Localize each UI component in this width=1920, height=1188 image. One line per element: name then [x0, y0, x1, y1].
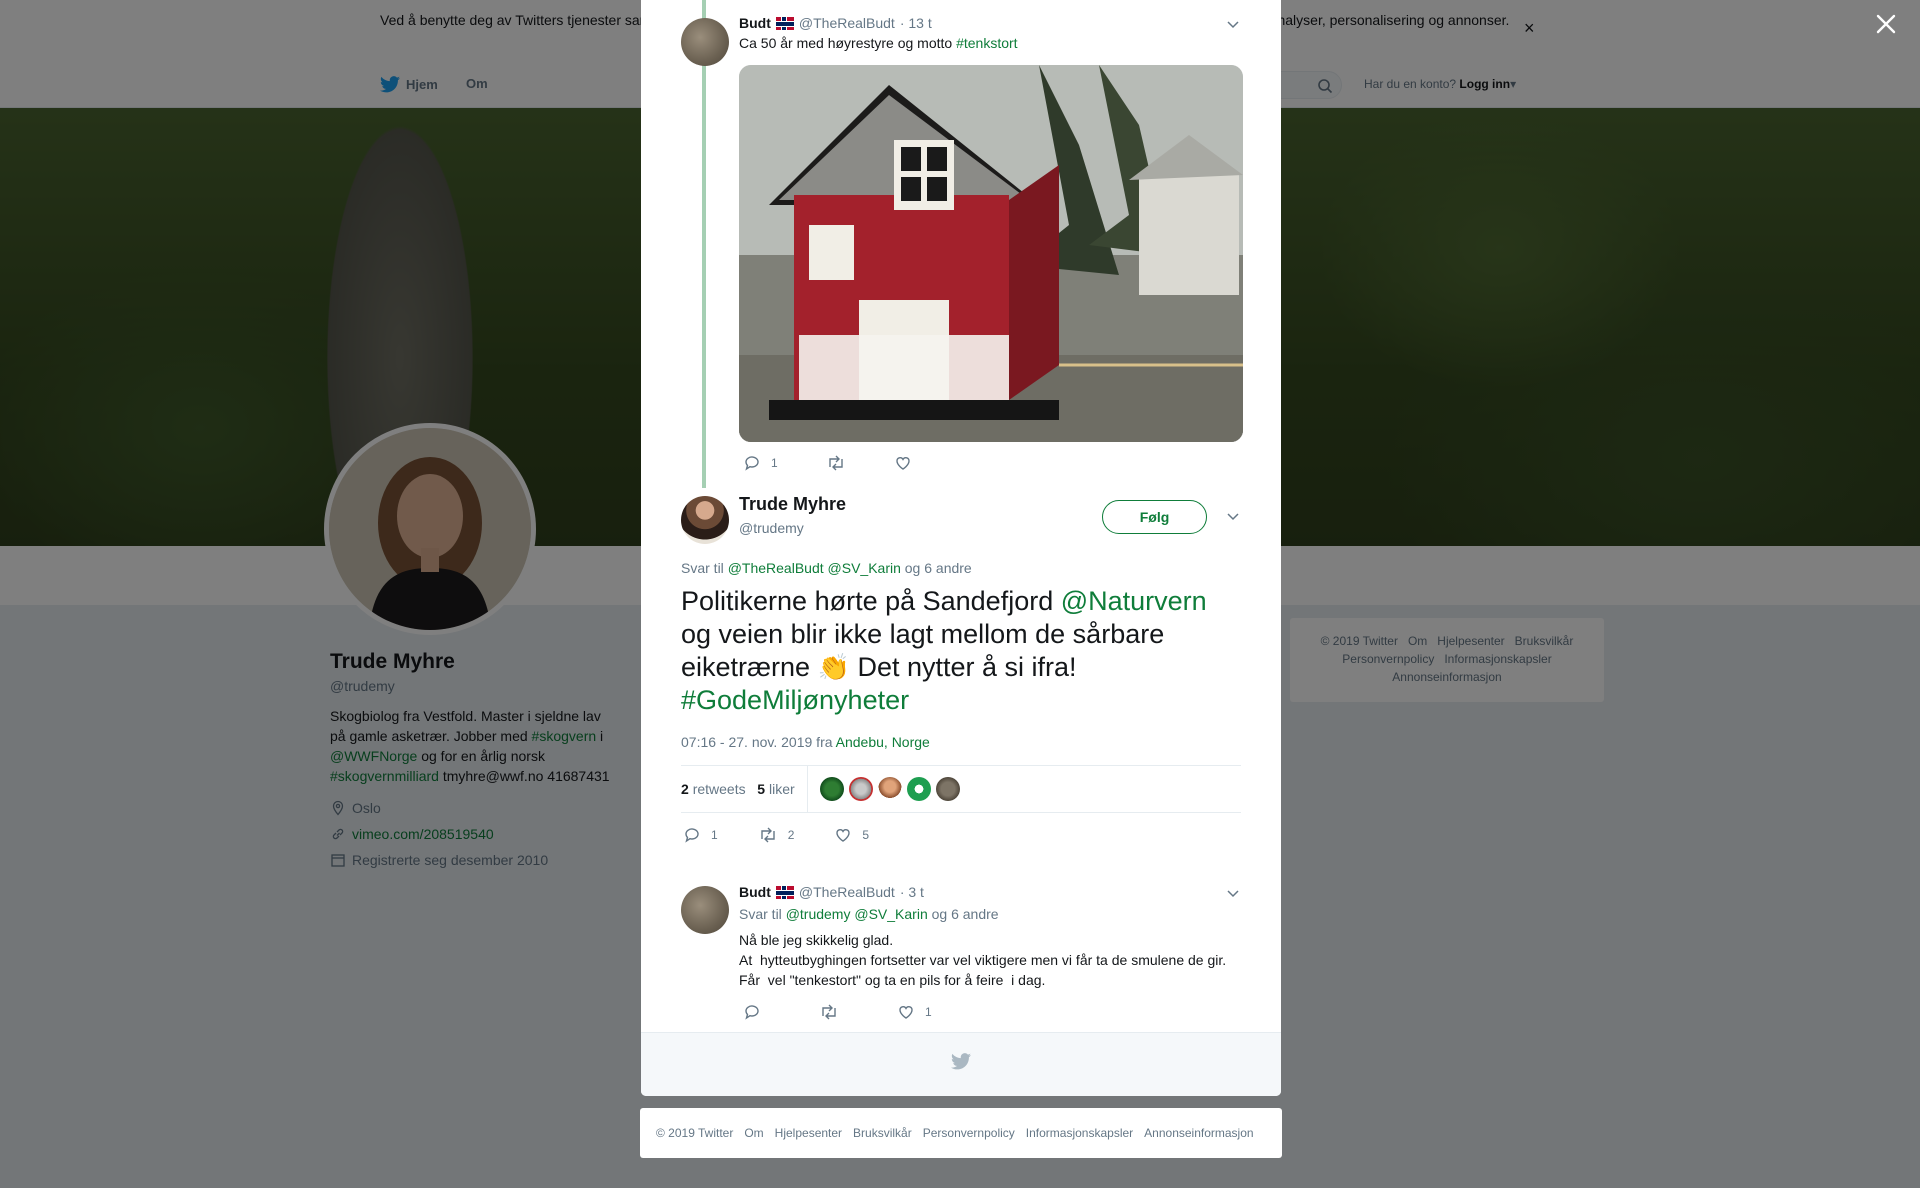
- footer-about[interactable]: Om: [744, 1126, 763, 1140]
- parent-tweet-avatar[interactable]: [681, 18, 729, 66]
- reply-prefix: Svar til: [681, 560, 724, 576]
- retweet-icon: [828, 455, 843, 471]
- tweet-permalink-modal: Budt @TheRealBudt · 13 t Ca 50 år med hø…: [641, 0, 1281, 1096]
- like-count: 5: [862, 828, 870, 842]
- main-tweet-reply-context: Svar til @TheRealBudt @SV_Karin og 6 and…: [681, 560, 972, 576]
- tweet-place[interactable]: Andebu, Norge: [836, 734, 930, 750]
- reply-icon: [745, 456, 759, 471]
- reply-button[interactable]: 1: [743, 454, 778, 472]
- chevron-down-icon[interactable]: [1226, 886, 1240, 900]
- retweet-icon: [760, 827, 775, 843]
- reply-tweet-line: Nå ble jeg skikkelig glad.: [739, 932, 894, 948]
- chevron-down-icon[interactable]: [1226, 509, 1240, 523]
- heart-icon: [899, 1006, 913, 1019]
- reply-tweet-time[interactable]: · 3 t: [900, 884, 924, 900]
- heart-icon: [895, 457, 910, 470]
- like-count: 1: [925, 1005, 932, 1019]
- reply-icon: [745, 1005, 759, 1020]
- liker-avatar[interactable]: [848, 777, 873, 801]
- reply-count: 1: [771, 456, 778, 470]
- footer-terms[interactable]: Bruksvilkår: [853, 1126, 912, 1140]
- likes-label[interactable]: liker: [769, 781, 795, 797]
- like-button[interactable]: 1: [897, 1003, 932, 1021]
- retweets-count[interactable]: 2: [681, 781, 689, 797]
- reply-mention[interactable]: @SV_Karin: [854, 906, 927, 922]
- main-tweet-body: Det nytter å si ifra!: [849, 652, 1077, 682]
- reply-tweet-handle[interactable]: @TheRealBudt: [799, 884, 895, 900]
- norway-flag-icon: [775, 16, 794, 30]
- parent-tweet-name[interactable]: Budt: [739, 15, 771, 31]
- retweet-button[interactable]: 2: [758, 826, 795, 844]
- tweet-stats: 2 retweets 5 liker: [681, 765, 1241, 813]
- clapping-hands-emoji: 👏: [817, 652, 850, 682]
- reply-prefix: Svar til: [739, 906, 782, 922]
- chevron-down-icon[interactable]: [1226, 17, 1240, 31]
- liker-avatar[interactable]: [935, 777, 960, 801]
- norway-flag-icon: [775, 885, 794, 899]
- like-button[interactable]: [894, 454, 912, 472]
- reply-mention[interactable]: @trudemy: [786, 906, 851, 922]
- retweets-label[interactable]: retweets: [693, 781, 746, 797]
- footer-copyright: © 2019 Twitter: [656, 1126, 734, 1140]
- main-tweet-handle[interactable]: @trudemy: [739, 520, 804, 536]
- modal-footer: [641, 1032, 1281, 1096]
- parent-tweet-time[interactable]: · 13 t: [900, 15, 932, 31]
- retweet-icon: [822, 1004, 836, 1020]
- main-tweet-actions: 1 2 5: [683, 826, 869, 844]
- reply-suffix[interactable]: og 6 andre: [905, 560, 972, 576]
- reply-suffix[interactable]: og 6 andre: [932, 906, 999, 922]
- reply-mention[interactable]: @TheRealBudt: [728, 560, 824, 576]
- like-button[interactable]: 5: [834, 826, 869, 844]
- footer-privacy[interactable]: Personvernpolicy: [923, 1126, 1015, 1140]
- retweet-button[interactable]: [826, 454, 846, 472]
- close-modal-icon[interactable]: [1874, 12, 1898, 36]
- likes-count[interactable]: 5: [757, 781, 765, 797]
- reply-tweet-text: Nå ble jeg skikkelig glad. At hytteutbyg…: [739, 930, 1226, 990]
- retweet-count: 2: [787, 828, 795, 842]
- reply-mention[interactable]: @SV_Karin: [828, 560, 901, 576]
- reply-count: 1: [711, 828, 718, 842]
- reply-tweet-actions: 1: [743, 1003, 932, 1021]
- reply-tweet-line: Får vel "tenkestort" og ta en pils for å…: [739, 972, 1046, 988]
- footer-help[interactable]: Hjelpesenter: [775, 1126, 842, 1140]
- reply-tweet-header: Budt @TheRealBudt · 3 t: [739, 884, 924, 900]
- reply-tweet-line: At hytteutbyghingen fortsetter var vel v…: [739, 952, 1227, 968]
- liker-avatar[interactable]: [877, 777, 902, 801]
- main-tweet-avatar[interactable]: [681, 496, 729, 544]
- reply-icon: [685, 828, 699, 843]
- main-tweet-text: Politikerne hørte på Sandefjord @Naturve…: [681, 585, 1241, 717]
- main-tweet-body: Politikerne hørte på Sandefjord: [681, 586, 1061, 616]
- retweet-button[interactable]: [819, 1003, 839, 1021]
- reply-tweet-avatar[interactable]: [681, 886, 729, 934]
- main-tweet-hashtag[interactable]: #GodeMiljønyheter: [681, 685, 909, 715]
- main-tweet-name[interactable]: Trude Myhre: [739, 494, 846, 515]
- bottom-footer: © 2019 Twitter Om Hjelpesenter Bruksvilk…: [640, 1108, 1282, 1158]
- parent-tweet-actions: 1: [743, 454, 912, 472]
- heart-icon: [836, 829, 851, 842]
- follow-button[interactable]: Følg: [1102, 500, 1207, 534]
- parent-tweet-header: Budt @TheRealBudt · 13 t: [739, 15, 932, 31]
- parent-tweet-text: Ca 50 år med høyrestyre og motto #tenkst…: [739, 33, 1018, 53]
- reply-button[interactable]: [743, 1003, 761, 1021]
- main-tweet-timestamp: 07:16 - 27. nov. 2019 fra Andebu, Norge: [681, 734, 930, 750]
- tweet-photo[interactable]: [739, 65, 1243, 442]
- footer-cookies[interactable]: Informasjonskapsler: [1026, 1126, 1133, 1140]
- reply-tweet-name[interactable]: Budt: [739, 884, 771, 900]
- parent-tweet-body: Ca 50 år med høyrestyre og motto: [739, 35, 957, 51]
- main-tweet-mention[interactable]: @Naturvern: [1061, 586, 1207, 616]
- thread-connector: [702, 0, 706, 488]
- liker-avatar[interactable]: [819, 777, 844, 801]
- parent-tweet-handle[interactable]: @TheRealBudt: [799, 15, 895, 31]
- timestamp-text: 07:16 - 27. nov. 2019 fra: [681, 734, 833, 750]
- liker-avatar[interactable]: [906, 777, 931, 801]
- footer-ads[interactable]: Annonseinformasjon: [1144, 1126, 1253, 1140]
- reply-button[interactable]: 1: [683, 826, 718, 844]
- reply-tweet-reply-context: Svar til @trudemy @SV_Karin og 6 andre: [739, 906, 999, 922]
- twitter-bird-icon: [951, 1053, 971, 1070]
- parent-tweet-hashtag[interactable]: #tenkstort: [956, 35, 1017, 51]
